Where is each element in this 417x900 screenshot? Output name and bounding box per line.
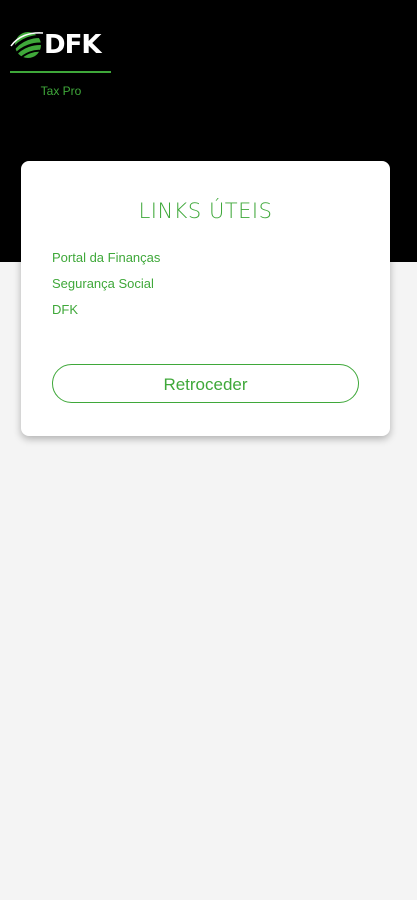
useful-links-card: LINKS ÚTEIS Portal da Finanças Segurança… <box>21 161 390 436</box>
link-seguranca-social[interactable]: Segurança Social <box>52 276 154 291</box>
dfk-globe-mark-icon <box>10 32 46 61</box>
brand-divider <box>10 71 111 73</box>
brand-row: DFK <box>10 28 112 62</box>
app-screen: DFK Tax Pro LINKS ÚTEIS Portal da Finanç… <box>0 0 417 900</box>
brand-logo: DFK Tax Pro <box>10 28 112 98</box>
list-item: Segurança Social <box>52 275 160 301</box>
back-button[interactable]: Retroceder <box>52 364 359 403</box>
brand-name: DFK <box>44 30 101 60</box>
link-dfk[interactable]: DFK <box>52 302 78 317</box>
brand-subtitle: Tax Pro <box>40 84 82 98</box>
links-list: Portal da Finanças Segurança Social DFK <box>52 249 160 327</box>
card-title: LINKS ÚTEIS <box>138 199 273 223</box>
list-item: DFK <box>52 301 160 327</box>
link-portal-financas[interactable]: Portal da Finanças <box>52 250 160 265</box>
list-item: Portal da Finanças <box>52 249 160 275</box>
